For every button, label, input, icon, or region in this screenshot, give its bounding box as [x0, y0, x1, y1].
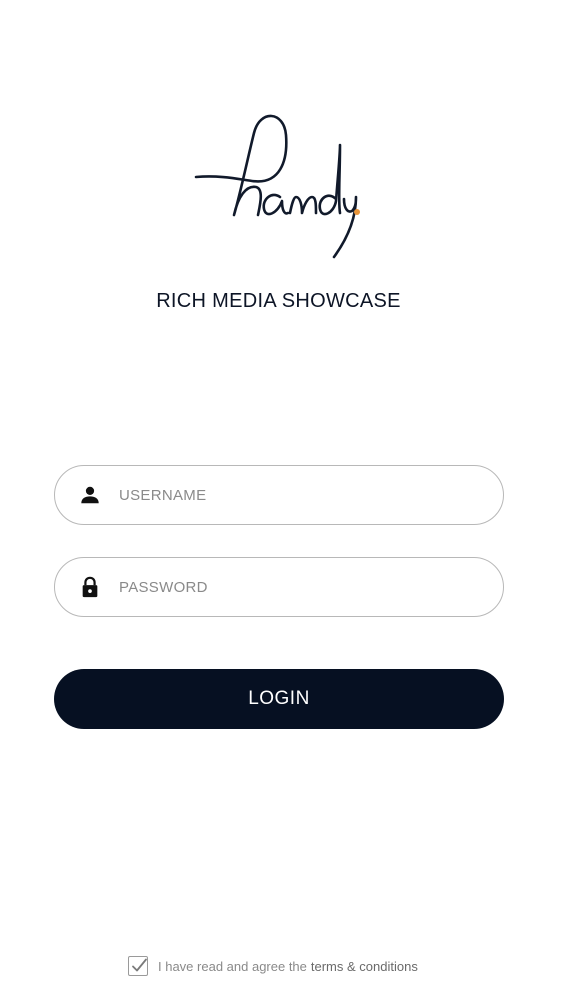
username-field	[54, 465, 504, 525]
password-input[interactable]	[119, 558, 479, 616]
terms-link[interactable]: terms & conditions	[311, 959, 418, 974]
terms-row: I have read and agree the terms & condit…	[128, 955, 418, 977]
terms-checkbox[interactable]	[128, 956, 148, 976]
password-field	[54, 557, 504, 617]
terms-text: I have read and agree the	[158, 958, 307, 974]
person-icon	[79, 484, 101, 506]
username-input[interactable]	[119, 466, 479, 524]
login-button[interactable]: LOGIN	[54, 669, 504, 729]
handy-logo	[190, 105, 370, 265]
check-icon	[132, 958, 147, 972]
app-subtitle: RICH MEDIA SHOWCASE	[156, 290, 401, 312]
login-screen: RICH MEDIA SHOWCASE LOGIN I have read a	[0, 0, 563, 1000]
logo-dot	[354, 209, 360, 215]
lock-icon	[79, 576, 101, 598]
